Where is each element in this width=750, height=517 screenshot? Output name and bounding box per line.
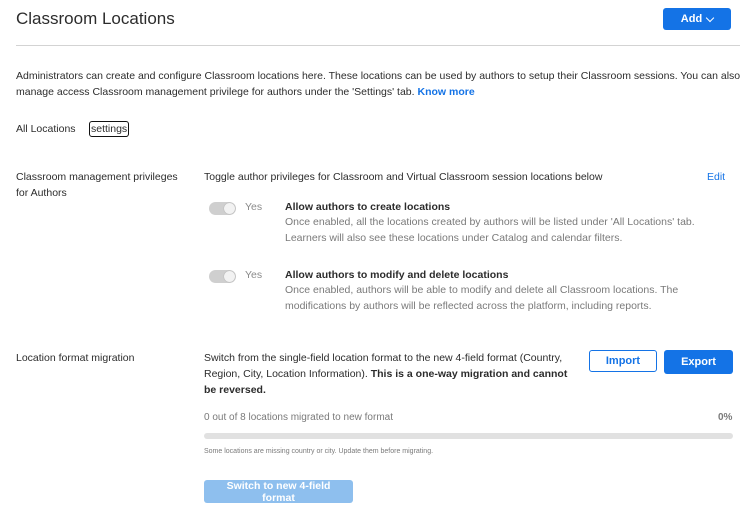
header-divider (16, 45, 740, 46)
modify-locations-title: Allow authors to modify and delete locat… (285, 269, 509, 281)
migration-progress-percent: 0% (718, 412, 733, 423)
toggle-knob (224, 271, 235, 282)
modify-locations-description: Once enabled, authors will be able to mo… (285, 284, 679, 312)
intro-description: Administrators can create and configure … (16, 70, 741, 98)
add-button-label: Add (680, 13, 703, 25)
page-title: Classroom Locations (16, 9, 175, 28)
edit-link[interactable]: Edit (707, 171, 725, 183)
modify-locations-toggle-label: Yes (245, 269, 263, 281)
chevron-down-icon (705, 13, 715, 22)
privileges-description: Toggle author privileges for Classroom a… (204, 171, 603, 183)
create-locations-toggle[interactable] (209, 202, 236, 215)
tab-all-locations[interactable]: All Locations (16, 123, 76, 135)
modify-locations-toggle[interactable] (209, 270, 236, 283)
create-locations-toggle-label: Yes (245, 201, 263, 213)
migration-progress-bar (204, 433, 733, 439)
create-locations-description: Once enabled, all the locations created … (285, 216, 695, 244)
migration-progress-text: 0 out of 8 locations migrated to new for… (204, 412, 393, 423)
export-button[interactable]: Export (664, 350, 733, 374)
know-more-link[interactable]: Know more (417, 86, 474, 98)
intro-text: Administrators can create and configure … (16, 68, 746, 100)
add-button[interactable]: Add (663, 8, 731, 30)
toggle-knob (224, 203, 235, 214)
tab-settings[interactable]: settings (89, 121, 130, 137)
create-locations-title: Allow authors to create locations (285, 201, 451, 213)
privileges-section-label: Classroom management privileges for Auth… (16, 171, 178, 199)
migration-description: Switch from the single-field location fo… (204, 350, 574, 398)
migration-section-label: Location format migration (16, 352, 135, 364)
import-button[interactable]: Import (589, 350, 657, 372)
switch-format-button[interactable]: Switch to new 4-field format (204, 480, 353, 504)
migration-warning: Some locations are missing country or ci… (204, 448, 434, 455)
